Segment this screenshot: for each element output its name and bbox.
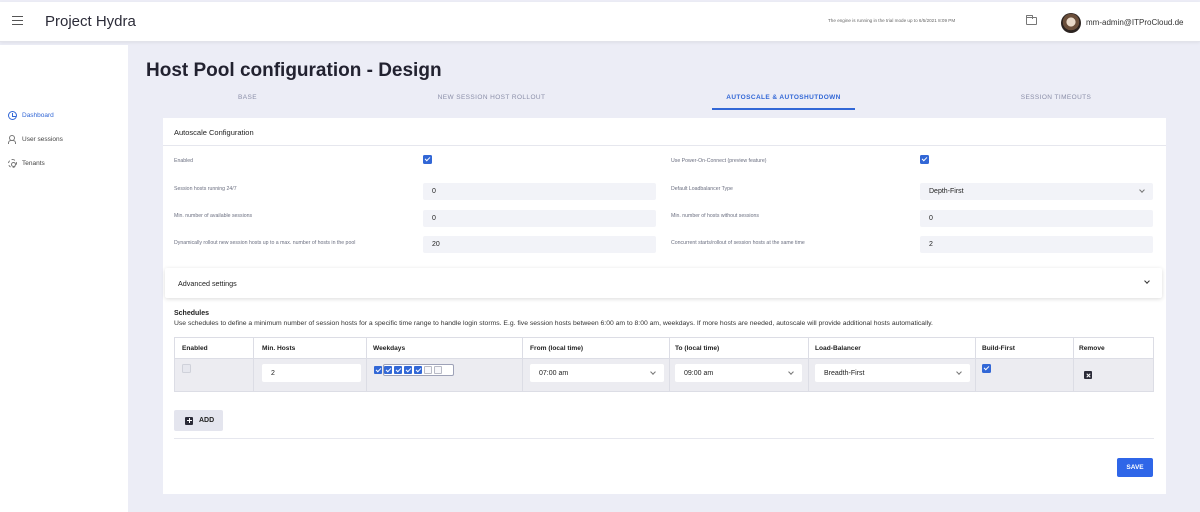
menu-icon[interactable] <box>12 16 23 25</box>
schedule-load-balancer-value: Breadth-First <box>824 369 865 377</box>
min-hosts-input[interactable]: 0 <box>920 210 1153 227</box>
weekday-checkbox-sun[interactable] <box>434 366 442 374</box>
hosts-247-label: Session hosts running 24/7 <box>174 186 237 192</box>
autoscale-card: Autoscale Configuration Enabled Session … <box>163 118 1166 494</box>
tab-autoscale-autoshutdown[interactable]: AUTOSCALE & AUTOSHUTDOWN <box>712 94 855 101</box>
enabled-checkbox[interactable] <box>423 155 432 164</box>
schedule-load-balancer-select[interactable]: Breadth-First <box>815 364 970 382</box>
schedule-to-value: 09:00 am <box>684 369 714 377</box>
schedules-table: Enabled Min. Hosts Weekdays From (local … <box>174 337 1154 392</box>
plus-icon <box>185 416 193 425</box>
schedules-description: Use schedules to define a minimum number… <box>174 320 933 327</box>
hosts-247-input[interactable]: 0 <box>423 183 656 200</box>
schedule-min-hosts-input[interactable]: 2 <box>262 364 361 382</box>
weekday-checkbox-wed[interactable] <box>394 366 402 374</box>
column-divider <box>975 338 976 391</box>
weekday-checkbox-tue[interactable] <box>384 366 392 374</box>
weekday-checkbox-thu[interactable] <box>404 366 412 374</box>
column-divider <box>808 338 809 391</box>
sidebar: Dashboard User sessions Tenants <box>0 45 128 512</box>
add-schedule-button[interactable]: ADD <box>174 410 223 431</box>
lb-type-label: Default Loadbalancer Type <box>671 186 733 192</box>
divider <box>174 438 1154 439</box>
min-hosts-label: Min. number of hosts without sessions <box>671 213 759 219</box>
column-divider <box>669 338 670 391</box>
min-sessions-input[interactable]: 0 <box>423 210 656 227</box>
column-header-build-first: Build-First <box>982 345 1015 352</box>
column-divider <box>1073 338 1074 391</box>
column-header-load-balancer: Load-Balancer <box>815 345 861 352</box>
chevron-down-icon <box>650 369 656 375</box>
power-on-checkbox[interactable] <box>920 155 929 164</box>
column-header-to: To (local time) <box>675 345 720 352</box>
weekday-checkbox-mon[interactable] <box>374 366 382 374</box>
column-divider <box>522 338 523 391</box>
top-bar: Project Hydra The engine is running in t… <box>0 2 1200 42</box>
power-on-label: Use Power-On-Connect (preview feature) <box>671 158 767 164</box>
weekday-checkbox-fri[interactable] <box>414 366 422 374</box>
add-button-label: ADD <box>199 417 215 424</box>
chevron-down-icon <box>1144 278 1150 284</box>
advanced-settings-label: Advanced settings <box>178 279 237 288</box>
rollout-max-label: Dynamically rollout new session hosts up… <box>174 240 356 246</box>
schedule-enabled-checkbox[interactable] <box>182 364 191 373</box>
column-header-min-hosts: Min. Hosts <box>262 345 296 352</box>
column-divider <box>253 338 254 391</box>
column-header-remove: Remove <box>1079 345 1105 352</box>
sidebar-item-dashboard[interactable]: Dashboard <box>8 108 54 122</box>
page-title: Host Pool configuration - Design <box>146 60 442 81</box>
advanced-settings-panel[interactable]: Advanced settings <box>165 268 1162 298</box>
schedules-title: Schedules <box>174 310 210 317</box>
sidebar-item-label: User sessions <box>22 135 63 143</box>
schedule-from-value: 07:00 am <box>539 369 569 377</box>
remove-icon[interactable] <box>1084 371 1092 379</box>
save-button[interactable]: SAVE <box>1117 458 1153 477</box>
chevron-down-icon <box>788 369 794 375</box>
schedule-to-select[interactable]: 09:00 am <box>675 364 802 382</box>
concurrent-label: Concurrent starts/rollout of session hos… <box>671 240 805 246</box>
enabled-label: Enabled <box>174 158 194 164</box>
lb-type-select[interactable]: Depth-First <box>920 183 1153 200</box>
chevron-down-icon <box>1139 187 1145 193</box>
column-header-enabled: Enabled <box>182 345 208 352</box>
chevron-down-icon <box>956 369 962 375</box>
column-header-weekdays: Weekdays <box>373 345 406 352</box>
weekday-checkbox-sat[interactable] <box>424 366 432 374</box>
divider <box>163 145 1166 146</box>
table-header: Enabled Min. Hosts Weekdays From (local … <box>175 338 1153 359</box>
sidebar-item-user-sessions[interactable]: User sessions <box>8 132 63 146</box>
sidebar-item-label: Dashboard <box>22 111 54 119</box>
avatar[interactable] <box>1061 13 1081 33</box>
tab-session-timeouts[interactable]: SESSION TIMEOUTS <box>1000 94 1112 101</box>
user-name[interactable]: mm-admin@ITProCloud.de <box>1086 18 1183 27</box>
section-heading: Autoscale Configuration <box>174 128 254 137</box>
tab-new-session-host-rollout[interactable]: NEW SESSION HOST ROLLOUT <box>420 94 563 101</box>
concurrent-input[interactable]: 2 <box>920 236 1153 253</box>
trial-notice: The engine is running in the trial mode … <box>828 18 956 23</box>
folder-icon[interactable] <box>1026 15 1037 25</box>
dashboard-icon <box>8 110 17 120</box>
schedule-build-first-checkbox[interactable] <box>982 364 991 373</box>
lb-type-value: Depth-First <box>929 188 964 195</box>
column-divider <box>366 338 367 391</box>
users-icon <box>8 134 17 144</box>
sidebar-item-tenants[interactable]: Tenants <box>8 156 45 170</box>
min-sessions-label: Min. number of available sessions <box>174 213 253 219</box>
sidebar-item-label: Tenants <box>22 159 45 167</box>
app-title: Project Hydra <box>45 13 136 30</box>
rollout-max-input[interactable]: 20 <box>423 236 656 253</box>
active-tab-indicator <box>712 108 855 110</box>
column-header-from: From (local time) <box>530 345 584 352</box>
tab-base[interactable]: BASE <box>200 94 295 101</box>
schedule-from-select[interactable]: 07:00 am <box>530 364 664 382</box>
gear-icon <box>8 158 17 168</box>
